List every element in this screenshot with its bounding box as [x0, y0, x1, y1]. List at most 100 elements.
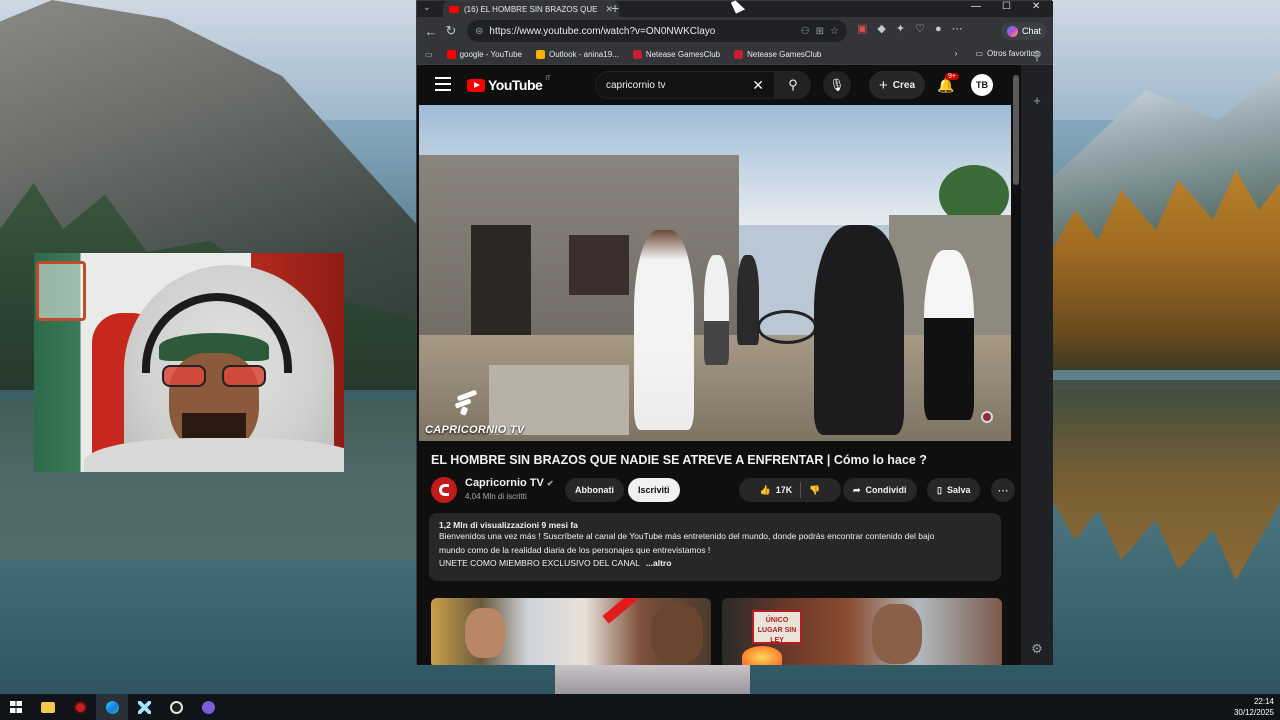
profile-avatar-icon[interactable]: ●: [935, 23, 942, 35]
account-avatar[interactable]: TB: [971, 74, 993, 96]
reload-icon[interactable]: ↻: [441, 23, 461, 39]
join-button[interactable]: Abbonati: [565, 478, 624, 502]
description-line: Bienvenidos una vez más ! Suscríbete al …: [439, 531, 935, 541]
taskbar-red-app[interactable]: [64, 694, 96, 720]
share-button[interactable]: ➦ Condividi: [843, 478, 917, 502]
sidebar-search-icon[interactable]: ⚲: [1021, 48, 1053, 64]
edge-icon: [105, 700, 119, 714]
create-label: Crea: [892, 79, 916, 91]
netease-favicon-icon: [632, 50, 642, 59]
search-button[interactable]: ⚲: [775, 71, 811, 99]
obs-icon: [169, 700, 183, 714]
video-watermark: CAPRICORNIO TV: [425, 424, 525, 436]
subscriber-count: 4,04 Mln di iscritti: [465, 492, 527, 501]
close-window-icon[interactable]: ✕: [1032, 1, 1040, 12]
verified-check-icon: ✔: [546, 479, 554, 488]
video-title: EL HOMBRE SIN BRAZOS QUE NADIE SE ATREVE…: [431, 453, 927, 467]
new-tab-plus-icon[interactable]: +: [611, 0, 619, 16]
bicycle: [757, 310, 817, 344]
bookmark-item[interactable]: Netease GamesClub: [734, 50, 821, 59]
address-bar[interactable]: ⊜ https://www.youtube.com/watch?v=ON0NWK…: [467, 20, 847, 42]
hamburger-menu-icon[interactable]: [435, 77, 451, 91]
bookmarks-bar: ▭ google - YouTube Outlook - anina19... …: [417, 45, 1053, 65]
video-player[interactable]: CAPRICORNIO TV: [419, 105, 1011, 441]
more-actions-button[interactable]: ⋯: [991, 478, 1015, 502]
youtube-header: YouTube IT capricornio tv ✕ ⚲ 🎙 + Crea 🔔 …: [417, 65, 1021, 105]
channel-name[interactable]: Capricornio TV ✔: [465, 477, 554, 489]
start-button[interactable]: [0, 694, 32, 720]
channel-name-text: Capricornio TV: [465, 477, 544, 489]
show-more-link[interactable]: ...altro: [646, 558, 672, 568]
clock-time: 22:14: [1253, 697, 1274, 706]
notifications-button[interactable]: 🔔 9+: [937, 73, 959, 94]
search-input[interactable]: capricornio tv ✕: [595, 71, 775, 99]
bookmark-item[interactable]: Outlook - anina19...: [536, 50, 619, 59]
chevron-right-icon[interactable]: ›: [955, 49, 958, 58]
read-aloud-icon[interactable]: ⚇: [801, 26, 810, 37]
basketball-hoop: [36, 261, 86, 321]
youtube-favicon-icon: [446, 50, 456, 59]
edge-sidebar: ⚲ + ⚙: [1021, 48, 1053, 665]
site-info-icon[interactable]: ⊜: [475, 26, 483, 37]
save-button[interactable]: ▯ Salva: [927, 478, 981, 502]
windows-taskbar: 22:14 30/12/2025: [0, 694, 1280, 720]
dislike-button[interactable]: 👎: [801, 478, 828, 502]
extension-red-icon[interactable]: ▣: [857, 22, 867, 35]
description-line: mundo como de la realidad diaria de los …: [439, 544, 711, 555]
like-count: 17K: [775, 485, 793, 495]
extension-icons: ▣ ◆ ✦ ♡ ● ⋯: [857, 22, 963, 36]
taskbar-discord[interactable]: [192, 694, 224, 720]
taskbar-obs[interactable]: [160, 694, 192, 720]
description-box[interactable]: 1,2 Mln di visualizzazioni 9 mesi fa Bie…: [429, 513, 1001, 581]
browser-essentials-icon[interactable]: ♡: [915, 22, 925, 35]
related-video-thumbnail[interactable]: [431, 598, 711, 665]
youtube-logo[interactable]: YouTube IT: [467, 76, 551, 93]
channel-avatar[interactable]: [431, 477, 457, 503]
bookmark-label: google - YouTube: [459, 50, 522, 59]
sidebar-settings-gear-icon[interactable]: ⚙: [1021, 641, 1053, 657]
like-button[interactable]: 👍 17K: [752, 478, 801, 502]
thumbnail-face: [651, 604, 703, 664]
taskbar-capcut[interactable]: [128, 694, 160, 720]
system-clock[interactable]: 22:14 30/12/2025: [1234, 696, 1274, 718]
tab-youtube[interactable]: (16) EL HOMBRE SIN BRAZOS QUE ✕: [443, 1, 619, 17]
voice-search-button[interactable]: 🎙: [823, 71, 851, 99]
bookmark-reading-list-icon[interactable]: ▭: [425, 50, 433, 59]
related-video-thumbnail[interactable]: ÚNICO LUGAR SIN LEY: [722, 598, 1002, 665]
subscribe-button[interactable]: Iscriviti: [628, 478, 680, 502]
youtube-play-icon: [467, 78, 485, 92]
video-window: [569, 235, 629, 295]
copilot-chat-button[interactable]: Chat: [1001, 22, 1048, 40]
extension-diamond-icon[interactable]: ◆: [877, 22, 885, 35]
channel-row: Capricornio TV ✔ 4,04 Mln di iscritti Abb…: [431, 476, 1015, 503]
taskbar-edge[interactable]: [96, 694, 128, 720]
bookmark-item[interactable]: google - YouTube: [446, 50, 522, 59]
bookmark-icon: ▯: [937, 484, 942, 495]
favorite-star-icon[interactable]: ☆: [830, 26, 839, 37]
clock-date: 30/12/2025: [1233, 708, 1274, 717]
view-count-and-date: 1,2 Mln di visualizzazioni 9 mesi fa: [439, 520, 578, 530]
taskbar-file-explorer[interactable]: [32, 694, 64, 720]
clear-search-icon[interactable]: ✕: [752, 77, 764, 94]
minimize-icon[interactable]: —: [971, 1, 981, 12]
thumbnail-face: [465, 608, 505, 658]
outlook-favicon-icon: [536, 50, 545, 59]
scrollbar-thumb[interactable]: [1013, 75, 1019, 185]
thumbnail-sign: ÚNICO LUGAR SIN LEY: [752, 610, 802, 644]
windows-logo-icon: [10, 701, 22, 713]
extensions-puzzle-icon[interactable]: ✦: [896, 22, 905, 35]
search-query: capricornio tv: [606, 79, 666, 91]
settings-more-icon[interactable]: ⋯: [952, 22, 963, 35]
browser-window: ⌄ (16) EL HOMBRE SIN BRAZOS QUE ✕ + — ☐ …: [416, 0, 1053, 665]
create-button[interactable]: + Crea: [869, 71, 926, 99]
maximize-icon[interactable]: ☐: [1002, 1, 1011, 12]
monitor-edge: [555, 662, 750, 694]
tab-list-chevron-icon[interactable]: ⌄: [423, 2, 431, 13]
bookmark-label: Outlook - anina19...: [549, 50, 619, 59]
back-arrow-icon[interactable]: ←: [421, 24, 441, 39]
record-badge-icon: [981, 411, 993, 423]
sidebar-add-icon[interactable]: +: [1021, 93, 1053, 108]
thumbs-up-icon: 👍: [759, 484, 771, 495]
bookmark-item[interactable]: Netease GamesClub: [632, 50, 720, 59]
apps-icon[interactable]: ⊞: [816, 26, 824, 37]
